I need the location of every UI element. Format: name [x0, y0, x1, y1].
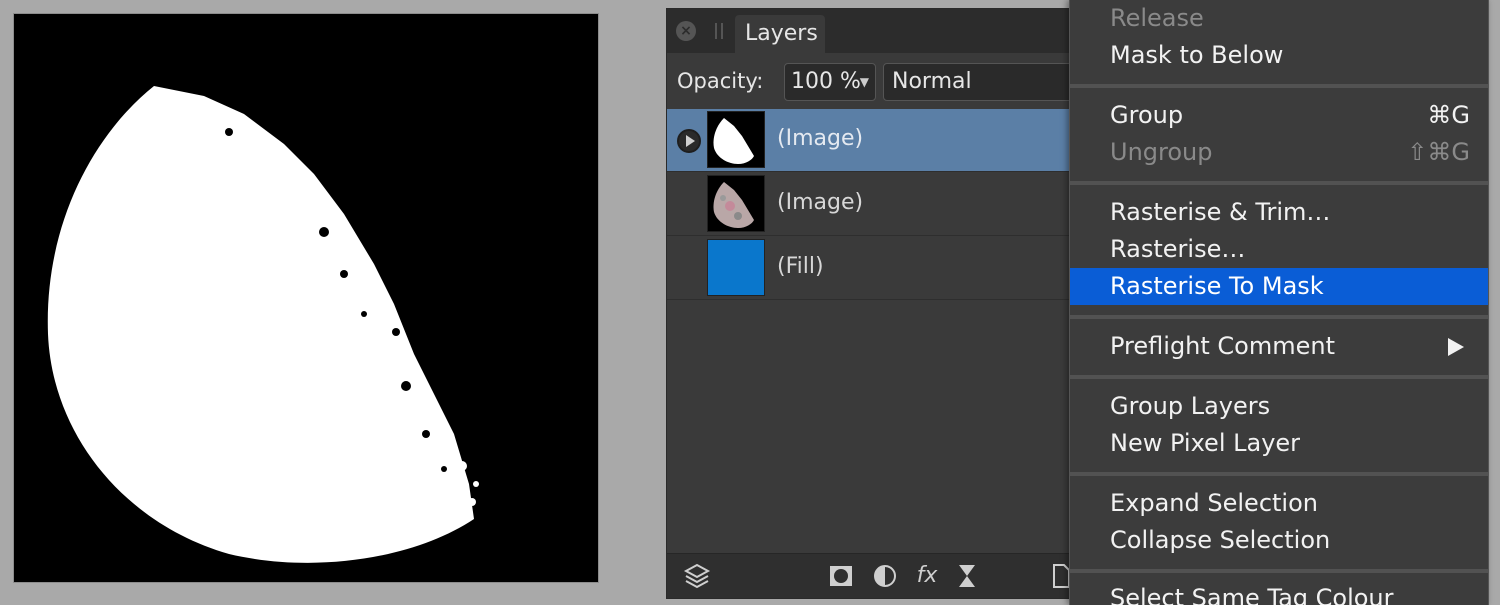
caret-down-icon[interactable]: ▼	[860, 64, 869, 100]
menu-item-mask-to-below[interactable]: Mask to Below	[1070, 37, 1488, 74]
layer-thumbnail-moon-photo	[707, 175, 765, 232]
menu-item-collapse-selection[interactable]: Collapse Selection	[1070, 522, 1488, 559]
menu-separator	[1070, 472, 1488, 476]
menu-item-rasterise-to-mask[interactable]: Rasterise To Mask	[1070, 268, 1488, 305]
menu-separator	[1070, 84, 1488, 88]
live-filter-icon[interactable]	[953, 562, 981, 590]
opacity-label: Opacity:	[677, 69, 764, 93]
mask-icon[interactable]	[827, 562, 855, 590]
fx-icon[interactable]: fx	[913, 562, 941, 590]
layer-name: (Image)	[777, 190, 864, 215]
menu-item-label: Preflight Comment	[1110, 332, 1336, 360]
layer-row-image-photo[interactable]: (Image)	[667, 173, 1085, 236]
layer-row-image-mask[interactable]: (Image)	[667, 109, 1085, 172]
layer-thumbnail-blue-fill	[707, 239, 765, 296]
menu-item-rasterise-trim[interactable]: Rasterise & Trim…	[1070, 194, 1488, 231]
menu-item-label: Ungroup	[1110, 138, 1213, 166]
shortcut-label: ⇧⌘G	[1407, 138, 1470, 166]
menu-item-ungroup[interactable]: Ungroup ⇧⌘G	[1070, 134, 1488, 171]
context-menu: Release Mask to Below Group ⌘G Ungroup ⇧…	[1069, 0, 1489, 605]
menu-separator	[1070, 375, 1488, 379]
tab-layers[interactable]: Layers	[735, 15, 825, 53]
panel-bottom-toolbar: fx	[667, 553, 1085, 598]
menu-item-label: Group	[1110, 101, 1184, 129]
layer-name: (Fill)	[777, 254, 824, 279]
layers-icon[interactable]	[683, 562, 711, 590]
opacity-field[interactable]: 100 % ▼	[784, 63, 876, 101]
moon-mask-image	[47, 86, 479, 563]
document-canvas[interactable]	[13, 13, 599, 583]
layer-thumbnail-moon-mask	[707, 111, 765, 168]
menu-separator	[1070, 181, 1488, 185]
menu-item-group-layers[interactable]: Group Layers	[1070, 388, 1488, 425]
menu-item-preflight-comment[interactable]: Preflight Comment	[1070, 328, 1488, 365]
expand-arrow-icon[interactable]	[677, 129, 701, 153]
menu-separator	[1070, 315, 1488, 319]
grip-icon[interactable]	[715, 23, 723, 39]
layer-options-bar: Opacity: 100 % ▼ Normal	[667, 53, 1093, 109]
panel-tabbar: × Layers	[667, 9, 1085, 53]
menu-item-rasterise[interactable]: Rasterise…	[1070, 231, 1488, 268]
close-icon[interactable]: ×	[676, 21, 696, 41]
opacity-value: 100 %	[791, 69, 861, 94]
menu-item-new-pixel-layer[interactable]: New Pixel Layer	[1070, 425, 1488, 462]
layer-row-fill[interactable]: (Fill)	[667, 237, 1085, 300]
menu-item-group[interactable]: Group ⌘G	[1070, 97, 1488, 134]
menu-item-release[interactable]: Release	[1070, 0, 1488, 37]
adjustment-icon[interactable]	[871, 562, 899, 590]
blend-mode-select[interactable]: Normal	[883, 63, 1093, 101]
shortcut-label: ⌘G	[1427, 101, 1470, 129]
menu-item-expand-selection[interactable]: Expand Selection	[1070, 485, 1488, 522]
menu-separator	[1070, 569, 1488, 573]
menu-item-select-same-tag-colour[interactable]: Select Same Tag Colour	[1070, 580, 1488, 605]
layer-name: (Image)	[777, 126, 864, 151]
layers-panel: × Layers Opacity: 100 % ▼ Normal (Image)…	[666, 8, 1093, 599]
submenu-arrow-icon	[1448, 338, 1464, 356]
